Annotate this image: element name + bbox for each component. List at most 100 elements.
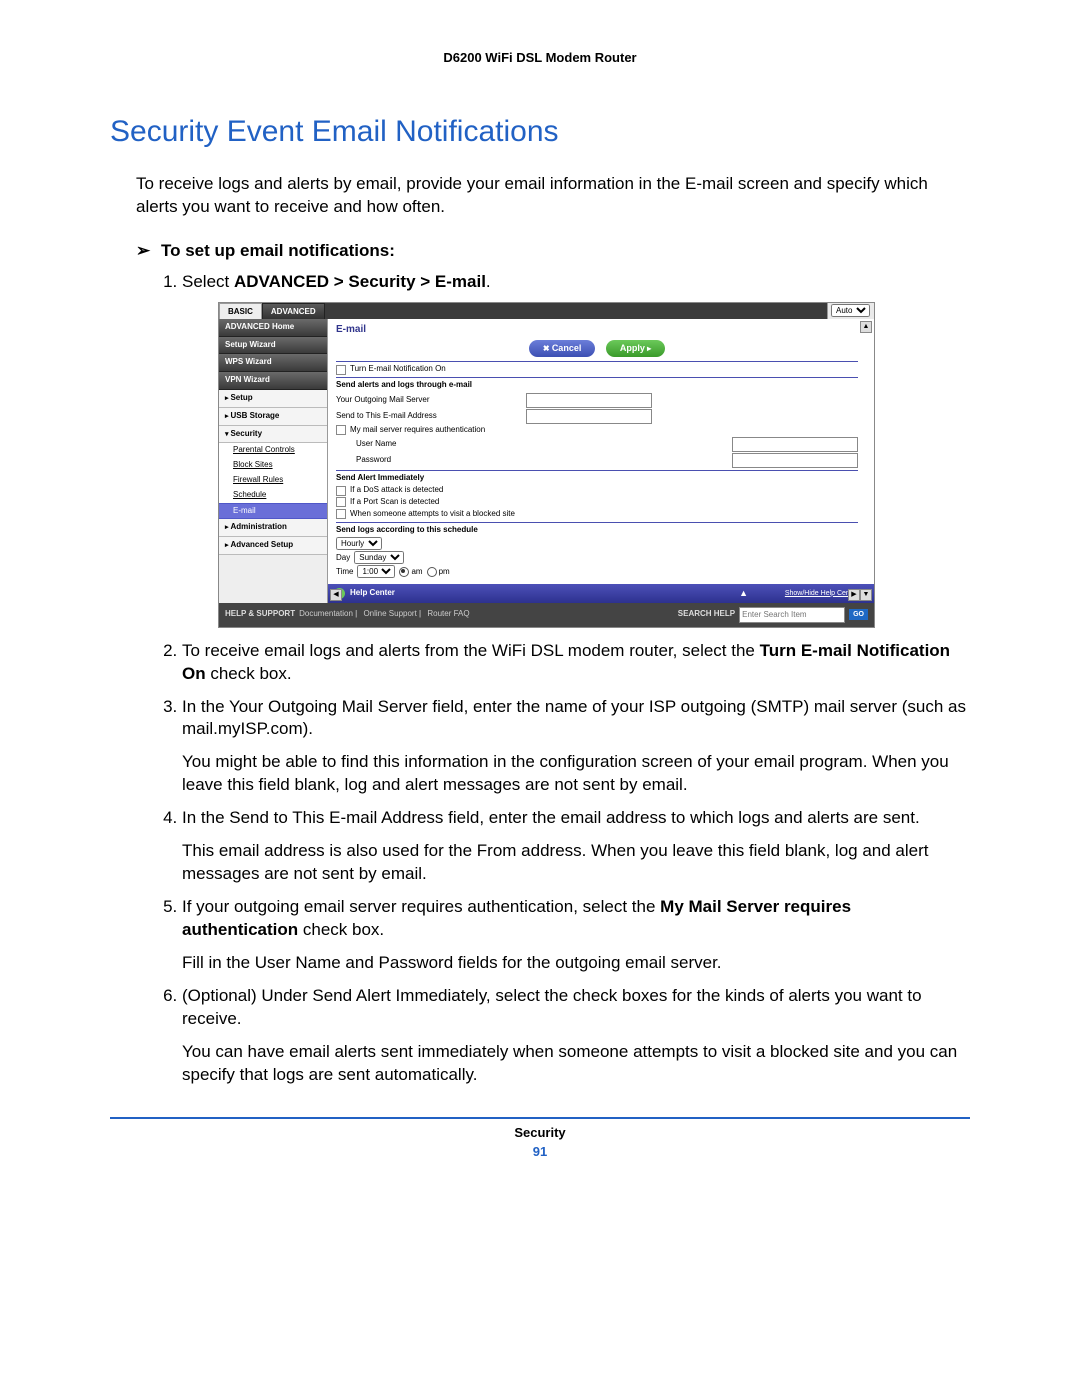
sidebar-item-setup-wizard[interactable]: Setup Wizard [219,337,327,355]
footer-link-support[interactable]: Online Support [363,609,416,618]
task-heading: ➢ To set up email notifications: [136,241,970,261]
step-1-post: . [486,272,491,291]
step-5-post: check box. [298,920,384,939]
sidebar-sub-email[interactable]: E-mail [219,503,327,520]
checkbox-blocked[interactable] [336,509,346,519]
radio-am[interactable] [399,567,409,577]
scroll-right-icon[interactable]: ▶ [848,589,860,601]
arrow-icon: ➢ [136,241,150,261]
scroll-left-icon[interactable]: ◀ [330,589,342,601]
search-input[interactable] [739,607,845,623]
page-footer: Security 91 [110,1125,970,1159]
step-2-post: check box. [206,664,292,683]
step-1-pre: Select [182,272,234,291]
scroll-up-icon[interactable]: ▲ [860,321,872,333]
checkbox-auth[interactable] [336,425,346,435]
divider [336,361,858,362]
router-main: ▲ E-mail Cancel Apply Turn E-mail Notifi… [328,319,874,603]
label-pm: pm [439,567,450,578]
doc-header: D6200 WiFi DSL Modem Router [110,50,970,65]
step-1: Select ADVANCED > Security > E-mail. BAS… [182,271,970,628]
footer-page-number: 91 [110,1144,970,1159]
section-send-alerts: Send alerts and logs through e-mail [336,380,858,391]
sidebar-sub-firewall[interactable]: Firewall Rules [219,473,327,488]
intro-paragraph: To receive logs and alerts by email, pro… [136,173,970,219]
input-pwd[interactable] [732,453,858,468]
divider [336,522,858,523]
tab-basic[interactable]: BASIC [219,303,262,320]
sidebar-item-vpn-wizard[interactable]: VPN Wizard [219,372,327,390]
footer-link-doc[interactable]: Documentation [299,609,353,618]
radio-pm[interactable] [427,567,437,577]
step-3: In the Your Outgoing Mail Server field, … [182,696,970,798]
panel-title: E-mail [336,323,858,337]
footer-section: Security [110,1125,970,1140]
sidebar-sub-parental[interactable]: Parental Controls [219,443,327,458]
step-3b-text: You might be able to find this informati… [182,751,970,797]
step-2-pre: To receive email logs and alerts from th… [182,641,760,660]
step-6: (Optional) Under Send Alert Immediately,… [182,985,970,1087]
step-4: In the Send to This E-mail Address field… [182,807,970,886]
cancel-button[interactable]: Cancel [529,340,595,357]
sidebar-item-advsetup[interactable]: Advanced Setup [219,537,327,555]
label-blocked: When someone attempts to visit a blocked… [350,509,515,520]
select-day[interactable]: Sunday [354,551,404,564]
steps-list: Select ADVANCED > Security > E-mail. BAS… [146,271,970,1087]
checkbox-portscan[interactable] [336,497,346,507]
label-time: Time [336,567,353,578]
select-time[interactable]: 1:00 [357,565,395,578]
footer-rule [110,1117,970,1119]
sidebar-sub-block[interactable]: Block Sites [219,458,327,473]
label-outgoing: Your Outgoing Mail Server [336,395,526,406]
go-button[interactable]: GO [849,609,868,620]
input-outgoing[interactable] [526,393,652,408]
tab-advanced[interactable]: ADVANCED [262,303,325,320]
help-center-bar[interactable]: ? Help Center ▲ Show/Hide Help Center [328,584,874,602]
divider [336,470,858,471]
step-5-pre: If your outgoing email server requires a… [182,897,660,916]
step-3-text: In the Your Outgoing Mail Server field, … [182,697,966,739]
step-6-text: (Optional) Under Send Alert Immediately,… [182,986,922,1028]
label-turn-on: Turn E-mail Notification On [350,364,446,375]
sidebar-item-usb[interactable]: USB Storage [219,408,327,426]
step-5: If your outgoing email server requires a… [182,896,970,975]
divider [336,377,858,378]
section-immediate: Send Alert Immediately [336,473,858,484]
label-portscan: If a Port Scan is detected [350,497,439,508]
checkbox-dos[interactable] [336,486,346,496]
sidebar-item-wps-wizard[interactable]: WPS Wizard [219,354,327,372]
router-tabs: BASIC ADVANCED Auto [219,303,874,319]
auto-refresh: Auto [827,303,874,319]
router-footer: HELP & SUPPORT Documentation | Online Su… [219,603,874,627]
footer-search-label: SEARCH HELP [678,609,735,620]
label-day: Day [336,553,350,564]
sidebar-item-admin[interactable]: Administration [219,519,327,537]
input-user[interactable] [732,437,858,452]
router-ui: BASIC ADVANCED Auto ADVANCED Home Setup … [218,302,875,628]
help-center-label: Help Center [350,588,395,599]
task-heading-text: To set up email notifications: [161,241,395,260]
step-4-text: In the Send to This E-mail Address field… [182,808,920,827]
step-6b-text: You can have email alerts sent immediate… [182,1041,970,1087]
label-user: User Name [336,439,546,450]
sidebar-item-security[interactable]: Security [219,426,327,444]
label-auth: My mail server requires authentication [350,425,485,436]
step-4b-text: This email address is also used for the … [182,840,970,886]
auto-select[interactable]: Auto [831,304,870,317]
section-schedule: Send logs according to this schedule [336,525,858,536]
sidebar-item-setup[interactable]: Setup [219,390,327,408]
input-sendto[interactable] [526,409,652,424]
sidebar: ADVANCED Home Setup Wizard WPS Wizard VP… [219,319,328,603]
sidebar-item-home[interactable]: ADVANCED Home [219,319,327,337]
checkbox-turn-on[interactable] [336,365,346,375]
apply-button[interactable]: Apply [606,340,665,357]
sidebar-sub-schedule[interactable]: Schedule [219,488,327,503]
label-am: am [411,567,422,578]
scroll-down-icon[interactable]: ▼ [860,589,872,601]
page-title: Security Event Email Notifications [110,115,970,149]
select-frequency[interactable]: Hourly [336,537,382,550]
label-sendto: Send to This E-mail Address [336,411,526,422]
step-1-bold: ADVANCED > Security > E-mail [234,272,486,291]
footer-link-faq[interactable]: Router FAQ [427,609,469,618]
step-2: To receive email logs and alerts from th… [182,640,970,686]
